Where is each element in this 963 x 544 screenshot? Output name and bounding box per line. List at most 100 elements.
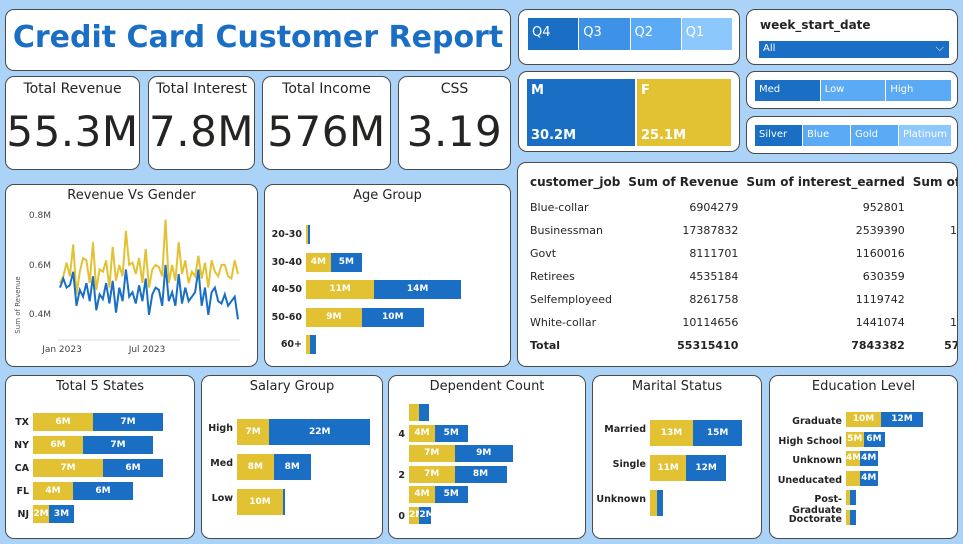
bar-segment-yellow[interactable]: 4M xyxy=(409,424,435,442)
bar-segment-blue[interactable]: 6M xyxy=(103,459,163,477)
bar-category-label: TX xyxy=(15,417,29,428)
table-row[interactable]: Businessman 17387832 2539390 186959919 xyxy=(526,219,957,242)
bar-segment-blue[interactable]: 5M xyxy=(435,486,468,503)
bar-segment-blue[interactable]: 5M xyxy=(435,424,468,442)
bar-segment-blue[interactable]: 7M xyxy=(83,436,153,454)
bar-segment-yellow[interactable]: 8M xyxy=(237,454,274,480)
income-level-low[interactable]: Low xyxy=(820,80,887,101)
table-row[interactable]: Govt 8111701 1160016 88773989 xyxy=(526,242,957,265)
table-row[interactable]: Selfemployeed 8261758 1119742 75313288 xyxy=(526,288,957,311)
bar-segment-yellow[interactable]: 11M xyxy=(306,280,375,299)
bar-segment-yellow[interactable]: 2M xyxy=(409,506,424,524)
gender-card: M 30.2M F 25.1M xyxy=(518,71,740,152)
bar-segment-yellow[interactable]: 4M xyxy=(409,486,435,503)
bar-category-label: 20-30 xyxy=(271,229,302,240)
bar-segment-blue[interactable]: 15M xyxy=(692,420,743,446)
column-header[interactable]: customer_job xyxy=(526,168,624,196)
card-type-gold[interactable]: Gold xyxy=(850,125,899,146)
bar-segment-blue[interactable]: 14M xyxy=(374,280,461,299)
bar-segment-yellow[interactable]: 10M xyxy=(237,489,283,515)
revenue-vs-gender-card: Revenue Vs Gender Sum of Revenue 0.8M 0.… xyxy=(5,184,258,367)
bar-segment-blue[interactable]: 8M xyxy=(273,454,311,480)
gender-f-tile[interactable]: F 25.1M xyxy=(637,79,731,146)
card-type-blue[interactable]: Blue xyxy=(802,125,851,146)
line-series-m[interactable] xyxy=(59,264,239,320)
week-filter-dropdown[interactable]: All ⌵ xyxy=(759,41,949,58)
table-row[interactable]: Blue-collar 6904279 952801 72262158 xyxy=(526,196,958,219)
bar-segment-yellow[interactable]: 7M xyxy=(33,459,103,477)
bar-segment-yellow[interactable] xyxy=(409,404,419,421)
bar-segment-blue[interactable] xyxy=(283,489,286,515)
bar-segment-blue[interactable]: 6M xyxy=(863,431,885,447)
bar-category-label: Graduate xyxy=(792,416,842,427)
bar-segment-yellow[interactable]: 6M xyxy=(33,436,83,454)
bar-category-label: NJ xyxy=(17,509,30,520)
bar-data-label: 11M xyxy=(657,463,679,473)
quarter-q4[interactable]: Q4 xyxy=(528,18,580,50)
quarter-q1[interactable]: Q1 xyxy=(681,18,732,50)
table-cell: 72262158 xyxy=(909,196,958,219)
gender-m-tile[interactable]: M 30.2M xyxy=(527,79,635,146)
bar-segment-yellow[interactable]: 13M xyxy=(650,420,693,446)
quarter-q3[interactable]: Q3 xyxy=(579,18,631,50)
bar-segment-yellow[interactable]: 2M xyxy=(33,505,49,523)
states-chart-title: Total 5 States xyxy=(55,379,145,394)
bar-segment-blue[interactable]: 5M xyxy=(330,252,362,272)
bar-segment-yellow[interactable]: 7M xyxy=(237,419,270,445)
bar-segment-blue[interactable]: 8M xyxy=(454,465,507,483)
bar-segment-blue[interactable]: 9M xyxy=(454,445,513,462)
bar-segment-blue[interactable]: 12M xyxy=(881,412,923,427)
bar-segment-yellow[interactable] xyxy=(846,470,860,486)
column-header[interactable]: Sum of income xyxy=(909,168,957,196)
bar-category-label: Unknown xyxy=(596,494,646,505)
bar-segment-blue[interactable] xyxy=(656,490,664,516)
card-type-silver[interactable]: Silver xyxy=(755,125,803,146)
marital-card: Marital Status Married 13M 15M Single 11M 12M… xyxy=(592,375,762,539)
card-type-platinum[interactable]: Platinum xyxy=(898,125,952,146)
bar-segment-blue[interactable]: 12M xyxy=(686,455,726,481)
bar-segment-blue[interactable]: 7M xyxy=(93,413,163,431)
week-filter-label: week_start_date xyxy=(760,18,871,32)
bar-category-label: High School xyxy=(778,435,842,447)
bar-segment-blue[interactable]: 22M xyxy=(269,419,371,445)
income-level-high[interactable]: High xyxy=(886,80,952,101)
bar-data-label: 4M xyxy=(846,453,862,463)
bar-data-label: 12M xyxy=(695,463,717,473)
bar-segment-blue[interactable] xyxy=(418,404,429,421)
bar-segment-yellow[interactable]: 5M xyxy=(846,431,864,447)
bar-segment-yellow[interactable] xyxy=(650,490,657,516)
bar-segment-blue[interactable] xyxy=(307,225,310,244)
quarter-slicer: Q4 Q3 Q2 Q1 xyxy=(518,9,740,65)
bar-segment-blue[interactable] xyxy=(850,509,857,525)
column-header[interactable]: Sum of interest_earned xyxy=(742,168,908,196)
bar-segment-yellow[interactable]: 6M xyxy=(33,413,93,431)
income-level-med[interactable]: Med xyxy=(755,80,821,101)
kpi-label: CSS xyxy=(440,81,469,97)
bar-segment-yellow[interactable]: 4M xyxy=(33,482,73,500)
bar-segment-blue[interactable]: 6M xyxy=(73,482,133,500)
kpi-css: CSS 3.19 xyxy=(398,76,511,170)
bar-segment-blue[interactable]: 4M xyxy=(860,451,878,466)
bar-segment-blue[interactable] xyxy=(309,335,316,354)
bar-segment-yellow[interactable]: 11M xyxy=(650,455,687,481)
bar-segment-blue[interactable]: 2M xyxy=(419,506,435,524)
bar-segment-blue[interactable] xyxy=(850,490,857,505)
week-filter-value: All xyxy=(763,43,776,54)
bar-data-label: 7M xyxy=(120,417,136,427)
table-row[interactable]: Retirees 4535184 630359 48675030 xyxy=(526,265,957,288)
table-row[interactable]: White-collar 10114656 1441074 103930055 xyxy=(526,311,957,334)
quarter-q2[interactable]: Q2 xyxy=(630,18,682,50)
bar-segment-yellow[interactable]: 4M xyxy=(306,252,331,272)
bar-data-label: 15M xyxy=(706,428,729,438)
bar-segment-blue[interactable]: 4M xyxy=(860,470,878,486)
bar-segment-yellow[interactable]: 10M xyxy=(846,412,881,427)
bar-segment-yellow[interactable]: 9M xyxy=(306,307,362,327)
column-header[interactable]: Sum of Revenue xyxy=(624,168,742,196)
bar-segment-blue[interactable]: 10M xyxy=(361,307,424,327)
bar-segment-blue[interactable]: 3M xyxy=(49,505,74,523)
bar-segment-yellow[interactable]: 7M xyxy=(409,445,455,462)
bar-segment-yellow[interactable]: 7M xyxy=(409,465,455,483)
title-card: Credit Card Customer Report xyxy=(5,9,511,71)
revenue-vs-gender-chart[interactable]: Sum of Revenue 0.8M 0.6M 0.4M Jan 2023 J… xyxy=(6,205,257,365)
bar-segment-yellow[interactable]: 4M xyxy=(846,451,862,466)
